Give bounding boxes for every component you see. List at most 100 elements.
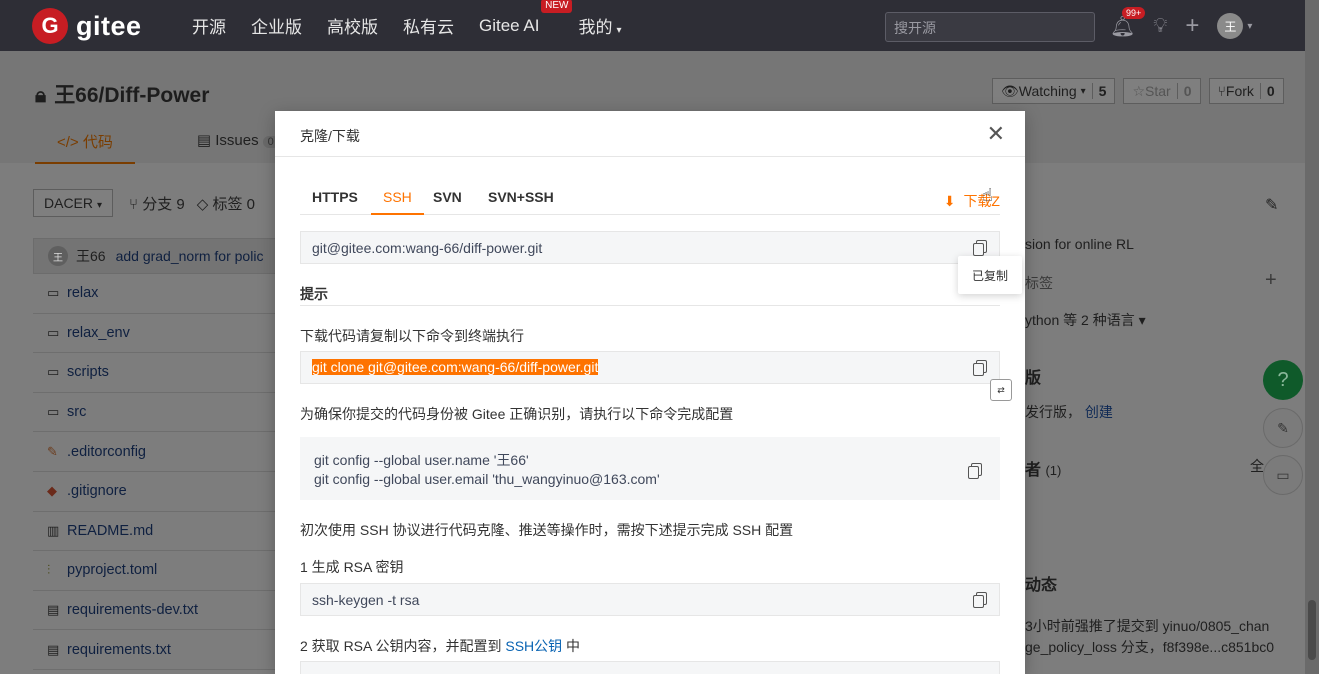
- list-item[interactable]: ▭ relax_env: [33, 314, 278, 354]
- search-input[interactable]: 搜开源: [885, 12, 1095, 42]
- tags-label: 标签: [1025, 275, 1053, 291]
- nav-university[interactable]: 高校版: [327, 13, 378, 38]
- nav-mine[interactable]: 我的 ▾: [578, 13, 621, 38]
- tab-https[interactable]: HTTPS: [300, 189, 370, 213]
- file-name: .editorconfig: [67, 443, 146, 460]
- new-badge: NEW: [541, 0, 573, 13]
- release-text: 发行版， 创建: [1025, 402, 1113, 422]
- repo-title[interactable]: 🔒︎ 王66/Diff-Power: [35, 79, 209, 109]
- star-icon: ☆: [1132, 82, 1146, 99]
- feedback-button[interactable]: ✎: [1263, 408, 1303, 448]
- git-icon: ◆: [47, 483, 57, 499]
- config-email-text: git config --global user.email 'thu_wang…: [314, 471, 660, 487]
- keygen-command-field[interactable]: ssh-keygen -t rsa: [300, 583, 1000, 616]
- tab-code[interactable]: </> 代码: [35, 131, 135, 164]
- star-button[interactable]: ☆ Star 0: [1123, 78, 1201, 104]
- ssh-url-text: git@gitee.com:wang-66/diff-power.git: [312, 240, 543, 256]
- fork-icon: ⑂: [1217, 83, 1226, 99]
- activity-line-2[interactable]: ge_policy_loss 分支，f8f398e...c851bc0: [1025, 637, 1274, 657]
- gitee-logo[interactable]: G gitee: [32, 8, 142, 44]
- list-item[interactable]: ▤ requirements-dev.txt: [33, 591, 278, 631]
- copied-tooltip: 已复制: [958, 256, 1022, 294]
- file-icon: ▤: [47, 602, 60, 618]
- page-scrollbar[interactable]: [1305, 0, 1319, 674]
- list-item[interactable]: ▭ scripts: [33, 353, 278, 393]
- nav-gitee-ai-label: Gitee AI: [479, 15, 540, 35]
- nav-enterprise[interactable]: 企业版: [251, 13, 302, 38]
- help-button[interactable]: ?: [1263, 360, 1303, 400]
- commit-avatar[interactable]: 王: [48, 246, 68, 266]
- branch-select[interactable]: DACER ▾: [33, 189, 114, 217]
- clone-command-text: git clone git@gitee.com:wang-66/diff-pow…: [312, 359, 599, 375]
- fork-count: 0: [1259, 83, 1275, 99]
- list-item[interactable]: ▭ src: [33, 393, 278, 433]
- tab-code-label: 代码: [82, 134, 113, 151]
- fork-button[interactable]: ⑂ Fork 0: [1208, 78, 1284, 104]
- chevron-down-icon[interactable]: ▾: [1247, 21, 1252, 32]
- list-item[interactable]: ◆ .gitignore: [33, 472, 278, 512]
- latest-commit: 王 王66 add grad_norm for polic: [33, 238, 278, 274]
- watch-button[interactable]: 👁︎ Watching ▾ 5: [992, 78, 1116, 104]
- copy-icon[interactable]: [968, 463, 982, 479]
- file-icon: ▤: [47, 641, 60, 657]
- modal-header: 克隆/下载 ✕: [275, 111, 1025, 157]
- commit-message[interactable]: add grad_norm for polic: [116, 248, 264, 264]
- bell-icon[interactable]: 🔔︎ 99+: [1110, 6, 1146, 39]
- tab-svn[interactable]: SVN: [421, 189, 474, 213]
- next-command-field[interactable]: [300, 661, 1000, 674]
- list-item[interactable]: ▤ requirements.txt: [33, 630, 278, 670]
- git-config-field[interactable]: git config --global user.name '王66' git …: [300, 437, 1000, 500]
- repo-actions: 👁︎ Watching ▾ 5 ☆ Star 0 ⑂ Fork 0: [992, 78, 1292, 104]
- activity-line-1[interactable]: 3小时前强推了提交到 yinuo/0805_chan: [1025, 616, 1269, 636]
- file-name: relax_env: [67, 324, 130, 341]
- config-name-text: git config --global user.name '王66': [314, 452, 529, 468]
- list-item[interactable]: ▭ relax: [33, 274, 278, 314]
- list-item[interactable]: ✎ .editorconfig: [33, 432, 278, 472]
- file-name: .gitignore: [67, 483, 127, 500]
- tip-ssh: 初次使用 SSH 协议进行代码克隆、推送等操作时，需按下述提示完成 SSH 配置: [300, 522, 794, 538]
- file-name: pyproject.toml: [67, 562, 158, 579]
- edit-icon[interactable]: ✎: [1265, 195, 1278, 215]
- release-create-link[interactable]: 创建: [1085, 404, 1113, 420]
- commit-author[interactable]: 王66: [76, 246, 106, 266]
- modal-title: 克隆/下载: [300, 128, 360, 144]
- top-navbar: G gitee 开源 企业版 高校版 私有云 Gitee AI NEW 我的 ▾ 搜…: [0, 0, 1319, 51]
- branches-link[interactable]: ⑂ 分支 9: [129, 193, 185, 214]
- file-name: relax: [67, 285, 99, 302]
- tip-identity: 为确保你提交的代码身份被 Gitee 正确识别，请执行以下命令完成配置: [300, 406, 734, 422]
- languages[interactable]: ython 等 2 种语言 ▾: [1025, 310, 1146, 330]
- notification-badge: 99+: [1122, 6, 1146, 19]
- translate-icon[interactable]: ⇄: [990, 379, 1012, 401]
- copy-icon[interactable]: [973, 360, 987, 376]
- copy-icon[interactable]: [973, 240, 987, 256]
- nav-gitee-ai[interactable]: Gitee AI NEW: [479, 0, 573, 36]
- copy-icon[interactable]: [973, 592, 987, 608]
- scrollbar-thumb[interactable]: [1308, 600, 1316, 660]
- top-nav: 开源 企业版 高校版 私有云 Gitee AI NEW 我的 ▾: [192, 0, 647, 51]
- step2-prefix: 2 获取 RSA 公钥内容，并配置到: [300, 638, 506, 654]
- folder-icon: ▭: [47, 285, 60, 301]
- chat-button[interactable]: ▭: [1263, 455, 1303, 495]
- all-contributors-link[interactable]: 全: [1250, 456, 1264, 476]
- divider: [300, 305, 1000, 306]
- close-icon[interactable]: ✕: [987, 123, 1005, 145]
- tab-svn-ssh[interactable]: SVN+SSH: [476, 189, 566, 213]
- nav-private-cloud[interactable]: 私有云: [403, 13, 454, 38]
- add-tag-icon[interactable]: +: [1265, 269, 1277, 292]
- tab-ssh[interactable]: SSH: [371, 189, 424, 215]
- clone-download-modal: 克隆/下载 ✕ HTTPS SSH SVN SVN+SSH ⬇ 下载Z ☝︎ gi…: [275, 111, 1025, 674]
- ssh-url-field[interactable]: git@gitee.com:wang-66/diff-power.git: [300, 231, 1000, 264]
- clone-command-field[interactable]: git clone git@gitee.com:wang-66/diff-pow…: [300, 351, 1000, 384]
- list-item[interactable]: ⫶ pyproject.toml: [33, 551, 278, 591]
- tags-link[interactable]: ◇ 标签 0: [197, 193, 255, 214]
- lightbulb-icon[interactable]: 💡︎: [1153, 15, 1167, 38]
- ssh-key-link[interactable]: SSH公钥: [505, 638, 562, 654]
- nav-open-source[interactable]: 开源: [192, 13, 226, 38]
- editorconfig-icon: ✎: [47, 443, 58, 459]
- list-item[interactable]: ▥ README.md: [33, 512, 278, 552]
- user-avatar[interactable]: 王: [1217, 13, 1244, 39]
- plus-icon[interactable]: +: [1185, 12, 1199, 40]
- repo-title-text: 王66/Diff-Power: [54, 84, 210, 107]
- nav-mine-label: 我的: [578, 18, 613, 37]
- fork-label: Fork: [1225, 83, 1254, 99]
